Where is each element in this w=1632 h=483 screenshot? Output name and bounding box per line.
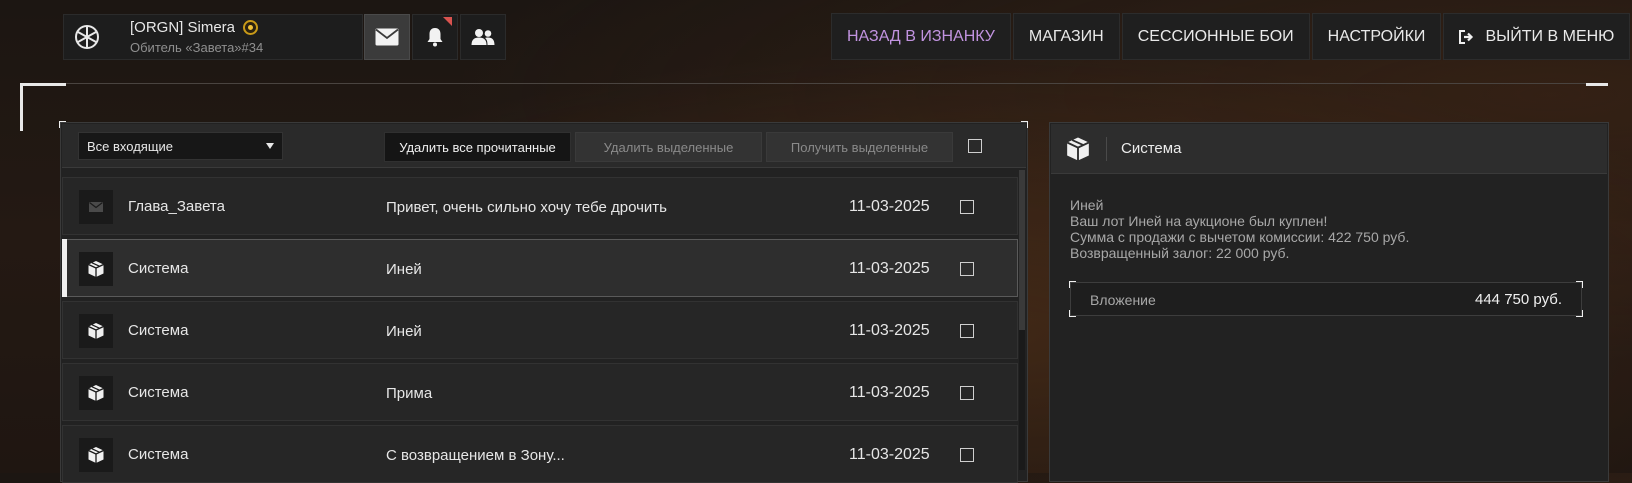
attachment-corner: [1576, 310, 1583, 317]
select-all-checkbox[interactable]: [968, 139, 982, 153]
detail-line: Иней: [1070, 197, 1104, 213]
nav-exit-button[interactable]: ВЫЙТИ В МЕНЮ: [1443, 13, 1631, 60]
package-icon: [79, 252, 113, 286]
detail-body: Иней Ваш лот Иней на аукционе был куплен…: [1070, 197, 1409, 261]
message-subject: Прима: [386, 385, 433, 402]
detail-header: Система: [1051, 124, 1607, 174]
message-sender: Система: [128, 384, 189, 401]
inbox-toolbar: Все входящие Удалить все прочитанные Уда…: [62, 124, 1026, 168]
nav-session-battles-button[interactable]: СЕССИОННЫЕ БОИ: [1121, 13, 1310, 60]
attachment-value: 444 750 руб.: [1475, 291, 1562, 308]
package-icon: [79, 438, 113, 472]
message-row[interactable]: Система С возвращением в Зону... 11-03-2…: [62, 425, 1018, 483]
package-icon: [1066, 137, 1090, 161]
message-sender: Система: [128, 446, 189, 463]
message-row[interactable]: Глава_Завета Привет, очень сильно хочу т…: [62, 177, 1018, 235]
attachment-label: Вложение: [1090, 292, 1156, 308]
message-sender: Глава_Завета: [128, 198, 225, 215]
attachment-corner: [1069, 281, 1076, 288]
message-row[interactable]: Система Прима 11-03-2025: [62, 363, 1018, 421]
detail-line: Ваш лот Иней на аукционе был куплен!: [1070, 213, 1328, 229]
message-date: 11-03-2025: [849, 260, 930, 277]
delete-read-button[interactable]: Удалить все прочитанные: [384, 132, 571, 162]
message-checkbox[interactable]: [960, 262, 974, 276]
notification-dot: [443, 17, 452, 26]
delete-selected-button[interactable]: Удалить выделенные: [575, 132, 762, 162]
nav-settings-button[interactable]: НАСТРОЙКИ: [1311, 13, 1442, 60]
envelope-icon: [79, 190, 113, 224]
attachment-corner: [1069, 310, 1076, 317]
frame-corner-left: [20, 83, 23, 131]
profile-subtitle: Обитель «Завета»#34: [130, 40, 264, 55]
message-sender: Система: [128, 322, 189, 339]
inbox-scrollbar-thumb[interactable]: [1019, 170, 1025, 330]
frame-line: [20, 83, 1608, 84]
message-subject: Иней: [386, 261, 422, 278]
attachment-item[interactable]: Вложение 444 750 руб.: [1070, 282, 1582, 316]
message-subject: Привет, очень сильно хочу тебе дрочить: [386, 199, 667, 216]
notifications-button[interactable]: [412, 14, 458, 60]
message-date: 11-03-2025: [849, 322, 930, 339]
bell-icon: [427, 28, 443, 47]
detail-line: Сумма с продажи с вычетом комиссии: 422 …: [1070, 229, 1410, 245]
inbox-filter-value: Все входящие: [87, 139, 174, 154]
message-row[interactable]: Система Иней 11-03-2025: [62, 301, 1018, 359]
attachment-corner: [1576, 281, 1583, 288]
message-checkbox[interactable]: [960, 200, 974, 214]
nav-shop-button[interactable]: МАГАЗИН: [1012, 13, 1120, 60]
message-checkbox[interactable]: [960, 324, 974, 338]
inbox-filter-select[interactable]: Все входящие: [78, 132, 283, 160]
nav-back-button[interactable]: НАЗАД В ИЗНАНКУ: [831, 13, 1011, 60]
frame-corner-left-top: [20, 83, 66, 86]
faction-logo-icon: [75, 25, 99, 49]
get-selected-button[interactable]: Получить выделенные: [766, 132, 953, 162]
profile-name: [ORGN] Simera: [130, 19, 259, 36]
package-icon: [79, 376, 113, 410]
message-subject: Иней: [386, 323, 422, 340]
mail-button[interactable]: [364, 14, 410, 60]
users-icon: [471, 29, 495, 45]
message-checkbox[interactable]: [960, 386, 974, 400]
detail-line: Возвращенный залог: 22 000 руб.: [1070, 245, 1290, 261]
package-icon: [79, 314, 113, 348]
nav-exit-label: ВЫЙТИ В МЕНЮ: [1485, 27, 1615, 45]
message-checkbox[interactable]: [960, 448, 974, 462]
detail-sender: Система: [1121, 140, 1182, 157]
rank-badge-icon: [243, 20, 259, 35]
friends-button[interactable]: [460, 14, 506, 60]
message-subject: С возвращением в Зону...: [386, 447, 565, 464]
message-date: 11-03-2025: [849, 384, 930, 401]
message-date: 11-03-2025: [849, 446, 930, 463]
top-navigation: НАЗАД В ИЗНАНКУ МАГАЗИН СЕССИОННЫЕ БОИ Н…: [831, 13, 1631, 60]
dropdown-arrow-icon: [266, 143, 274, 149]
envelope-icon: [375, 28, 399, 46]
header-divider: [1106, 137, 1107, 161]
frame-corner-right-top: [1586, 83, 1608, 86]
profile-card[interactable]: [ORGN] Simera Обитель «Завета»#34: [63, 14, 363, 60]
exit-icon: [1459, 29, 1474, 44]
message-row-selected[interactable]: Система Иней 11-03-2025: [62, 239, 1018, 297]
message-sender: Система: [128, 260, 189, 277]
message-date: 11-03-2025: [849, 198, 930, 215]
